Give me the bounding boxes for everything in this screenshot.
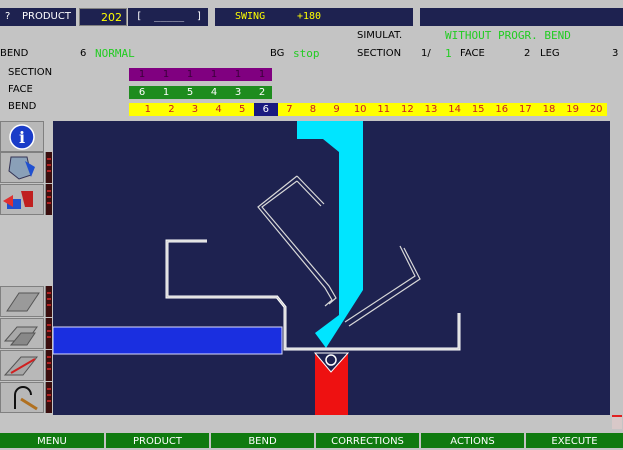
strip-cell[interactable]: 14 [443,103,467,116]
bg-label: BG [270,48,285,59]
strip-cell[interactable]: 1 [250,68,274,81]
swing-box: SWING +180 [215,8,413,26]
section-status-value: 1/ [421,48,431,59]
section-status-label: SECTION [357,48,402,59]
tool-change-indicator [45,184,52,215]
product-box[interactable]: ? PRODUCT [0,8,76,26]
message-box [420,8,623,26]
angle-measure-icon [14,386,38,411]
tool-change-button[interactable] [0,184,44,215]
face-strip[interactable]: 615432 [129,86,272,99]
punch-tool-icon [8,156,35,180]
press-tool-indicator [45,286,52,317]
bending-tool-indicator [45,318,52,349]
face-strip-label: FACE [8,84,33,95]
strip-cell[interactable]: 1 [226,68,250,81]
strip-cell[interactable]: 8 [301,103,325,116]
menu-button[interactable]: MENU [0,433,104,448]
actions-button[interactable]: ACTIONS [421,433,524,448]
strip-cell[interactable]: 7 [278,103,302,116]
corrections-button[interactable]: CORRECTIONS [316,433,419,448]
bending-tool-icon [3,326,38,346]
strip-cell[interactable]: 2 [250,86,274,99]
strip-cell[interactable]: 1 [178,68,202,81]
angle-tool-button[interactable] [0,350,44,381]
info-icon: i [9,124,35,150]
simulat-label: SIMULAT. [357,30,403,41]
measure-tool-indicator [45,382,52,413]
strip-cell[interactable]: 10 [348,103,372,116]
product-number-field[interactable]: 202 [79,8,127,26]
leg-label: LEG [540,48,560,59]
press-tool-icon [6,292,40,312]
bend-strip[interactable]: 1 2 3 4 5 6 7 8 9 10 11 12 13 14 15 16 17 18 19 20 [129,103,607,116]
info-button[interactable]: i [0,121,44,152]
scroll-indicator[interactable] [612,415,622,429]
strip-cell[interactable]: 4 [207,103,231,116]
strip-cell[interactable]: 15 [466,103,490,116]
strip-cell[interactable]: 16 [490,103,514,116]
strip-cell[interactable]: 12 [396,103,420,116]
strip-cell[interactable]: 3 [226,86,250,99]
section-strip-label: SECTION [8,67,53,78]
question-mark: ? [5,11,11,22]
strip-cell[interactable]: 5 [230,103,254,116]
bg-value: stop [293,47,320,60]
leg-value: 3 [612,48,619,59]
strip-cell[interactable]: 13 [419,103,443,116]
strip-cell[interactable]: 5 [178,86,202,99]
swing-value: +180 [297,11,322,22]
bending-tool-button[interactable] [0,318,44,349]
bend-label: BEND [0,48,29,59]
svg-text:i: i [19,128,25,147]
product-name-field[interactable]: [ _____ ] [128,8,208,26]
product-number: 202 [101,11,122,24]
section-face-number: 1 [445,47,452,60]
strip-cell[interactable]: 20 [584,103,608,116]
bend-number: 6 [80,48,87,59]
face-status-value: 2 [524,48,531,59]
strip-cell[interactable]: 6 [254,103,278,116]
strip-cell[interactable]: 1 [154,86,178,99]
strip-cell[interactable]: 19 [561,103,585,116]
product-button[interactable]: PRODUCT [106,433,209,448]
tool-change-icon [3,191,33,209]
angle-tool-icon [3,356,39,376]
section-strip[interactable]: 111111 [129,68,272,81]
punch-tool-button[interactable] [0,152,44,183]
face-status-label: FACE [460,48,485,59]
strip-cell[interactable]: 2 [160,103,184,116]
strip-cell[interactable]: 11 [372,103,396,116]
execute-button[interactable]: EXECUTE [526,433,623,448]
strip-cell[interactable]: 1 [136,103,160,116]
strip-cell[interactable]: 18 [537,103,561,116]
strip-cell[interactable]: 6 [130,86,154,99]
measure-tool-button[interactable] [0,382,44,413]
strip-cell[interactable]: 1 [130,68,154,81]
strip-cell[interactable]: 1 [154,68,178,81]
angle-tool-indicator [45,350,52,381]
strip-cell[interactable]: 4 [202,86,226,99]
simulation-canvas[interactable] [53,121,610,415]
swing-label: SWING [235,11,266,22]
bend-button[interactable]: BEND [211,433,314,448]
press-tool-button[interactable] [0,286,44,317]
strip-cell[interactable]: 9 [325,103,349,116]
back-gauge [53,326,283,355]
punch-tool-indicator [45,152,52,183]
strip-cell[interactable]: 17 [514,103,538,116]
product-name-value: [ _____ ] [136,11,203,22]
product-label: PRODUCT [22,11,71,22]
bend-type: NORMAL [95,47,135,60]
bend-strip-label: BEND [8,101,37,112]
mode-text: WITHOUT PROGR. BEND [445,29,571,42]
strip-cell[interactable]: 1 [202,68,226,81]
strip-cell[interactable]: 3 [183,103,207,116]
